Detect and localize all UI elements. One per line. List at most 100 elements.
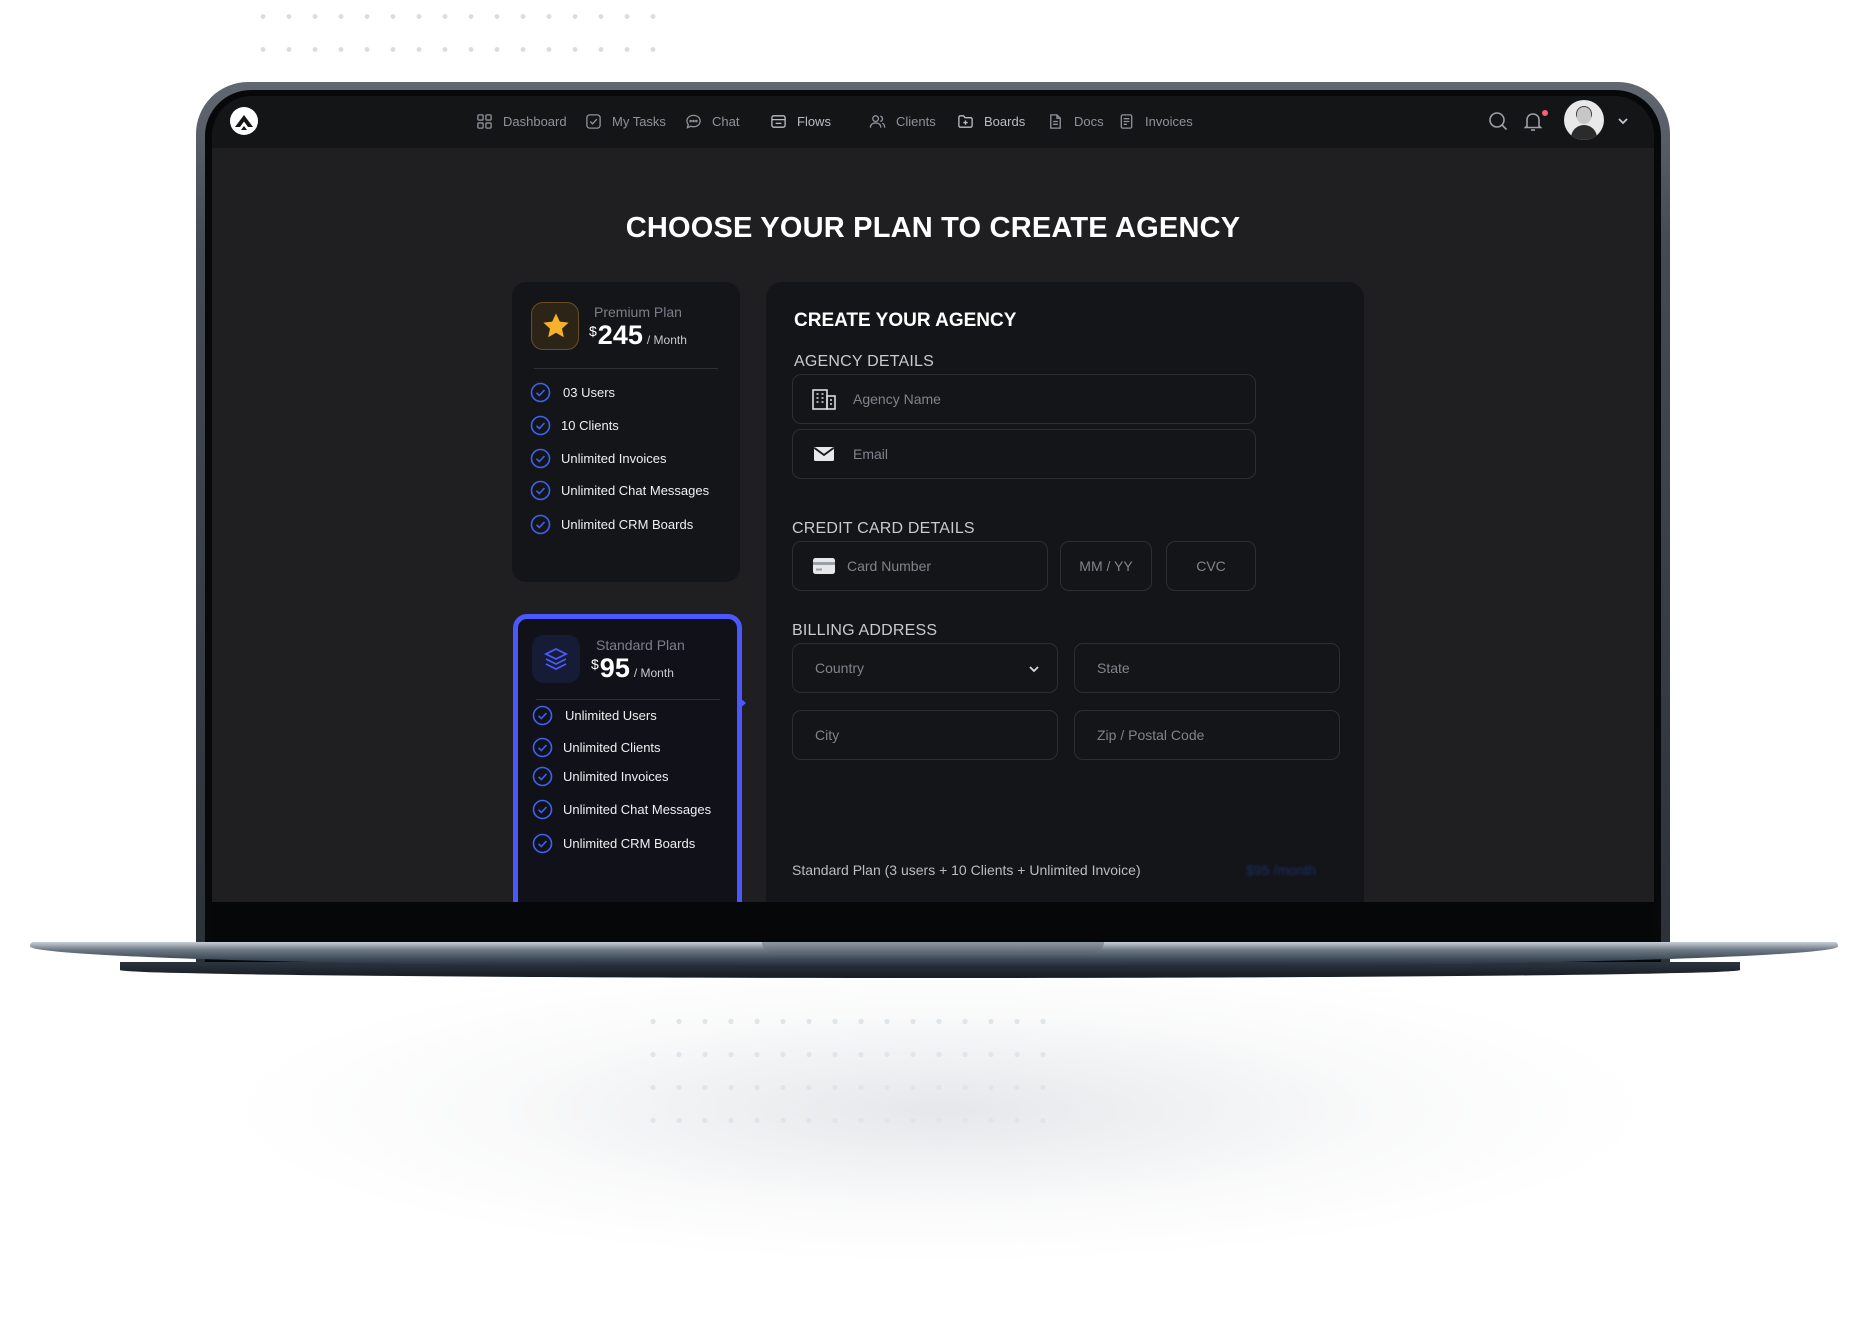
card-number-input[interactable] — [847, 542, 1047, 590]
nav-docs[interactable]: Docs — [1047, 108, 1104, 134]
plan-feature: Unlimited Clients — [532, 737, 661, 758]
state-input[interactable] — [1075, 644, 1339, 692]
chat-bubble-icon — [686, 114, 701, 129]
nav-invoices[interactable]: Invoices — [1118, 108, 1193, 134]
nav-flows[interactable]: Flows — [770, 108, 831, 134]
plan-feature-label: Unlimited Chat Messages — [561, 483, 710, 498]
plan-feature-label: Unlimited Chat Messages — [563, 802, 712, 817]
agency-details-heading: AGENCY DETAILS — [794, 353, 935, 370]
nav-docs-label: Docs — [1074, 113, 1104, 129]
plan-feature-label: 10 Clients — [561, 418, 619, 433]
plan-feature: Unlimited CRM Boards — [530, 514, 693, 535]
check-square-icon — [586, 113, 601, 129]
plan-amount: 245 — [597, 320, 643, 350]
nav-dashboard[interactable]: Dashboard — [476, 108, 567, 134]
zip-input[interactable] — [1075, 711, 1339, 759]
avatar-face — [1577, 107, 1591, 124]
screen-bottom-bezel — [212, 902, 1654, 942]
plan-period: / Month — [646, 333, 687, 347]
flows-icon — [771, 114, 786, 128]
check-circle-icon — [530, 448, 551, 469]
search-icon[interactable] — [1486, 109, 1510, 133]
expiry-input[interactable] — [1061, 542, 1151, 590]
invoice-icon — [1120, 113, 1133, 129]
plan-card-premium[interactable]: Premium Plan $ 245 / Month 03 Users 10 C… — [512, 282, 740, 582]
app-logo-icon[interactable] — [229, 106, 259, 136]
billing-address-heading: BILLING ADDRESS — [792, 622, 938, 639]
check-circle-icon — [532, 766, 553, 787]
selected-plan-pointer — [738, 696, 746, 710]
plan-feature: 10 Clients — [530, 415, 619, 436]
app-screen: Dashboard My Tasks Chat Flows Clients Bo… — [212, 96, 1654, 902]
chevron-down-icon — [1029, 666, 1039, 673]
city-input[interactable] — [793, 711, 1057, 759]
decorative-dot-grid-bottom — [640, 1005, 1060, 1130]
building-icon — [812, 389, 836, 410]
nav-clients[interactable]: Clients — [869, 108, 936, 134]
plan-feature: Unlimited Chat Messages — [532, 799, 711, 820]
email-field[interactable] — [792, 429, 1256, 479]
plan-currency: $ — [591, 656, 599, 672]
laptop-hinge-notch — [762, 942, 1104, 953]
check-circle-icon — [530, 415, 551, 436]
nav-chat[interactable]: Chat — [685, 108, 739, 134]
plan-divider — [536, 699, 720, 700]
nav-boards[interactable]: Boards — [957, 108, 1025, 134]
plan-card-standard[interactable]: Standard Plan $ 95 / Month Unlimited Use… — [513, 614, 742, 902]
plan-amount: 95 — [599, 653, 630, 683]
plan-feature: Unlimited Invoices — [532, 766, 669, 787]
check-circle-icon — [530, 382, 551, 403]
nav-chat-label: Chat — [712, 113, 740, 129]
notification-dot — [1542, 110, 1548, 116]
plan-feature-label: Unlimited Users — [565, 708, 657, 723]
credit-card-heading: CREDIT CARD DETAILS — [792, 520, 975, 537]
plan-divider — [534, 368, 718, 369]
nav-boards-label: Boards — [984, 113, 1026, 129]
country-input[interactable] — [793, 644, 1057, 692]
plan-price: $ 245 / Month — [589, 320, 687, 351]
check-circle-icon — [532, 799, 553, 820]
cvc-field[interactable] — [1166, 541, 1256, 591]
cvc-input[interactable] — [1167, 542, 1255, 590]
card-number-field[interactable] — [792, 541, 1048, 591]
nav-dashboard-label: Dashboard — [503, 113, 567, 129]
email-input[interactable] — [853, 430, 1255, 478]
plan-feature-label: Unlimited Invoices — [563, 769, 669, 784]
nav-my-tasks[interactable]: My Tasks — [585, 108, 666, 134]
country-select[interactable] — [792, 643, 1058, 693]
folder-plus-icon — [958, 114, 973, 128]
plan-feature: Unlimited Users — [532, 705, 657, 726]
plan-feature: Unlimited Invoices — [530, 448, 667, 469]
avatar[interactable] — [1564, 100, 1604, 140]
plan-feature: 03 Users — [530, 382, 615, 403]
state-field[interactable] — [1074, 643, 1340, 693]
city-field[interactable] — [792, 710, 1058, 760]
plan-period: / Month — [633, 666, 674, 680]
avatar-shoulders — [1571, 125, 1597, 140]
plan-icon-box — [531, 302, 579, 350]
check-circle-icon — [532, 833, 553, 854]
plan-feature-label: Unlimited Clients — [563, 740, 661, 755]
plan-feature: Unlimited CRM Boards — [532, 833, 695, 854]
nav-flows-label: Flows — [797, 113, 831, 129]
plan-currency: $ — [589, 323, 597, 339]
check-circle-icon — [532, 737, 553, 758]
decorative-dot-grid-top — [250, 0, 660, 80]
plan-feature-label: Unlimited CRM Boards — [563, 836, 696, 851]
plan-summary-price: $95 /month — [1246, 862, 1317, 878]
agency-name-field[interactable] — [792, 374, 1256, 424]
check-circle-icon — [530, 514, 551, 535]
plan-price: $ 95 / Month — [591, 653, 674, 684]
create-agency-form: CREATE YOUR AGENCY AGENCY DETAILS CREDIT… — [766, 282, 1364, 902]
expiry-field[interactable] — [1060, 541, 1152, 591]
layers-icon — [543, 647, 569, 671]
plan-name: Premium Plan — [594, 304, 682, 320]
nav-my-tasks-label: My Tasks — [612, 113, 666, 129]
check-circle-icon — [532, 705, 553, 726]
check-circle-icon — [530, 480, 551, 501]
zip-field[interactable] — [1074, 710, 1340, 760]
agency-name-input[interactable] — [853, 375, 1255, 423]
chevron-down-icon[interactable] — [1616, 114, 1630, 128]
plan-icon-box — [532, 635, 580, 683]
star-icon — [543, 313, 569, 338]
